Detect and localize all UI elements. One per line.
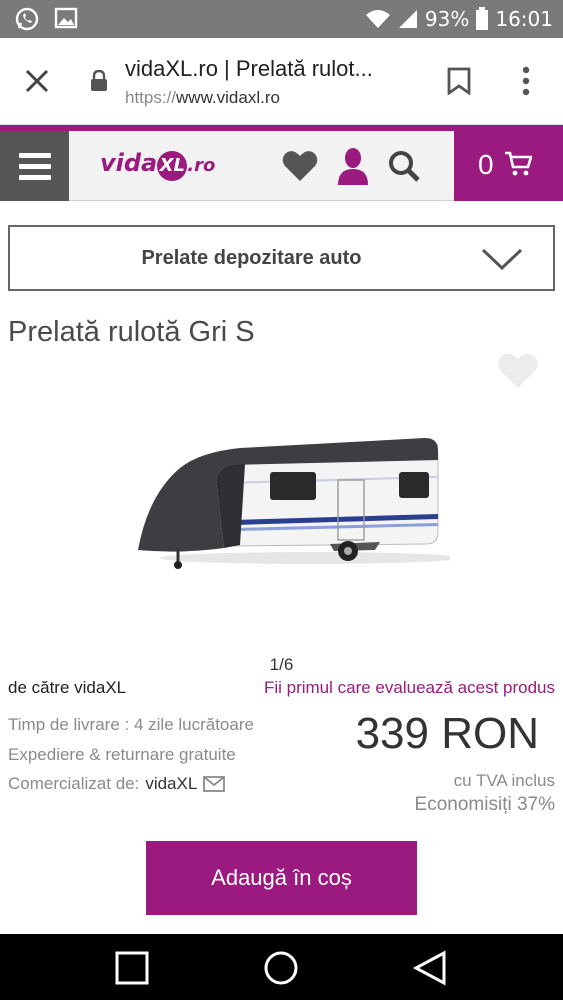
- wifi-icon: [365, 10, 390, 28]
- write-review-link[interactable]: Fii primul care evaluează acest produs: [264, 678, 555, 698]
- wishlist-heart-icon[interactable]: [282, 150, 318, 182]
- shipping-info: Expediere & returnare gratuite: [8, 745, 236, 764]
- add-to-wishlist-heart-icon[interactable]: [497, 352, 539, 390]
- url-scheme: https://: [125, 88, 177, 107]
- mail-icon[interactable]: [203, 776, 226, 792]
- site-logo[interactable]: vida XL .ro: [100, 149, 215, 181]
- product-image[interactable]: [120, 420, 450, 585]
- product-price: 339 RON: [355, 709, 539, 758]
- product-title: Prelată rulotă Gri S: [8, 316, 255, 348]
- add-to-cart-button[interactable]: Adaugă în coș: [146, 841, 417, 915]
- account-user-icon[interactable]: [337, 147, 369, 185]
- battery-icon: [476, 7, 489, 30]
- bookmark-icon[interactable]: [446, 67, 472, 95]
- back-triangle-icon[interactable]: [412, 950, 448, 986]
- cart-count: 0: [478, 149, 494, 180]
- hamburger-icon: [18, 152, 51, 158]
- recents-square-icon[interactable]: [114, 950, 150, 986]
- overflow-menu-icon[interactable]: [519, 66, 533, 96]
- site-header: vida XL .ro 0: [0, 131, 563, 201]
- android-navigation-bar: [0, 934, 563, 1000]
- home-circle-icon[interactable]: [262, 950, 300, 988]
- whatsapp-icon: [15, 7, 39, 31]
- cart-icon: [505, 151, 532, 176]
- search-icon[interactable]: [387, 149, 421, 183]
- address-bar[interactable]: https://www.vidaxl.ro: [125, 88, 280, 108]
- gallery-counter: 1/6: [269, 655, 294, 674]
- sold-by-label: Comercializat de:: [8, 774, 140, 793]
- sold-by: Comercializat de: vidaXL: [8, 774, 226, 794]
- gallery-icon: [54, 7, 78, 29]
- chevron-down-icon: [481, 248, 523, 271]
- product-brand: de către vidaXL: [8, 678, 127, 697]
- close-tab-icon[interactable]: [22, 66, 52, 96]
- page-title: vidaXL.ro | Prelată rulot...: [125, 56, 373, 81]
- signal-icon: [398, 10, 417, 28]
- sold-by-name[interactable]: vidaXL: [145, 774, 197, 793]
- savings-badge: Economisiți 37%: [414, 794, 555, 815]
- menu-button[interactable]: [0, 131, 69, 201]
- cart-button[interactable]: 0: [454, 131, 563, 201]
- clock: 16:01: [495, 7, 553, 31]
- browser-toolbar: vidaXL.ro | Prelată rulot... https://www…: [0, 38, 563, 125]
- status-bar: 93% 16:01: [0, 0, 563, 38]
- delivery-time: Timp de livrare : 4 zile lucrătoare: [8, 715, 254, 734]
- category-dropdown[interactable]: Prelate depozitare auto: [8, 225, 555, 291]
- vat-note: cu TVA inclus: [453, 771, 555, 790]
- lock-icon: [91, 70, 107, 91]
- url-host: www.vidaxl.ro: [176, 88, 280, 107]
- battery-percent: 93%: [424, 7, 470, 31]
- category-selected-label: Prelate depozitare auto: [141, 247, 362, 269]
